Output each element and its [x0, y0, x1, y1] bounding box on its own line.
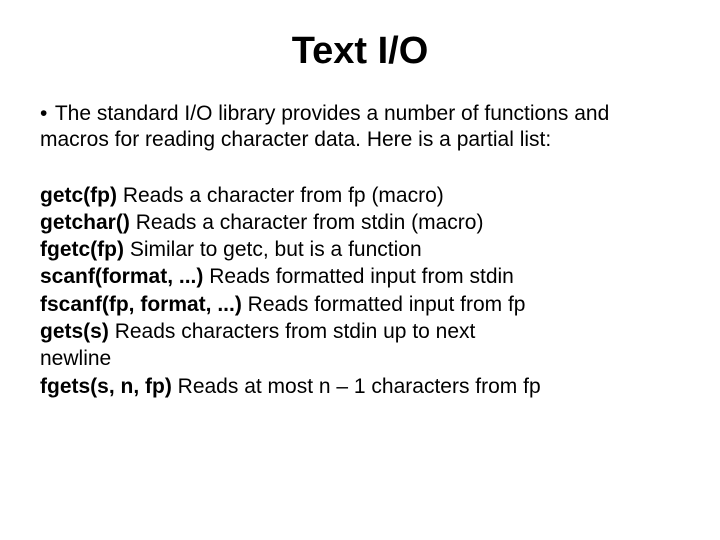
- list-item: scanf(format, ...) Reads formatted input…: [40, 263, 680, 290]
- fn-desc: newline: [40, 347, 111, 370]
- list-item: getc(fp) Reads a character from fp (macr…: [40, 182, 680, 209]
- fn-desc: Reads a character from stdin (macro): [130, 211, 484, 234]
- bullet-icon: •: [40, 102, 47, 125]
- fn-desc: Reads characters from stdin up to next: [109, 320, 476, 343]
- slide: Text I/O • The standard I/O library prov…: [0, 0, 720, 540]
- fn-desc: Reads at most n – 1 characters from fp: [172, 375, 541, 398]
- list-item: newline: [40, 345, 680, 372]
- fn-name: getc(fp): [40, 184, 117, 207]
- list-item: fscanf(fp, format, ...) Reads formatted …: [40, 291, 680, 318]
- fn-name: gets(s): [40, 320, 109, 343]
- fn-name: getchar(): [40, 211, 130, 234]
- list-item: fgets(s, n, fp) Reads at most n – 1 char…: [40, 373, 680, 400]
- intro-text: The standard I/O library provides a numb…: [40, 102, 609, 151]
- intro-paragraph: • The standard I/O library provides a nu…: [40, 101, 680, 154]
- list-item: fgetc(fp) Similar to getc, but is a func…: [40, 236, 680, 263]
- function-list: getc(fp) Reads a character from fp (macr…: [40, 182, 680, 400]
- list-item: gets(s) Reads characters from stdin up t…: [40, 318, 680, 345]
- fn-desc: Similar to getc, but is a function: [124, 238, 422, 261]
- fn-desc: Reads formatted input from stdin: [203, 265, 513, 288]
- fn-desc: Reads formatted input from fp: [242, 293, 526, 316]
- fn-name: fscanf(fp, format, ...): [40, 293, 242, 316]
- fn-name: fgets(s, n, fp): [40, 375, 172, 398]
- fn-desc: Reads a character from fp (macro): [117, 184, 444, 207]
- slide-title: Text I/O: [40, 30, 680, 73]
- list-item: getchar() Reads a character from stdin (…: [40, 209, 680, 236]
- fn-name: scanf(format, ...): [40, 265, 203, 288]
- fn-name: fgetc(fp): [40, 238, 124, 261]
